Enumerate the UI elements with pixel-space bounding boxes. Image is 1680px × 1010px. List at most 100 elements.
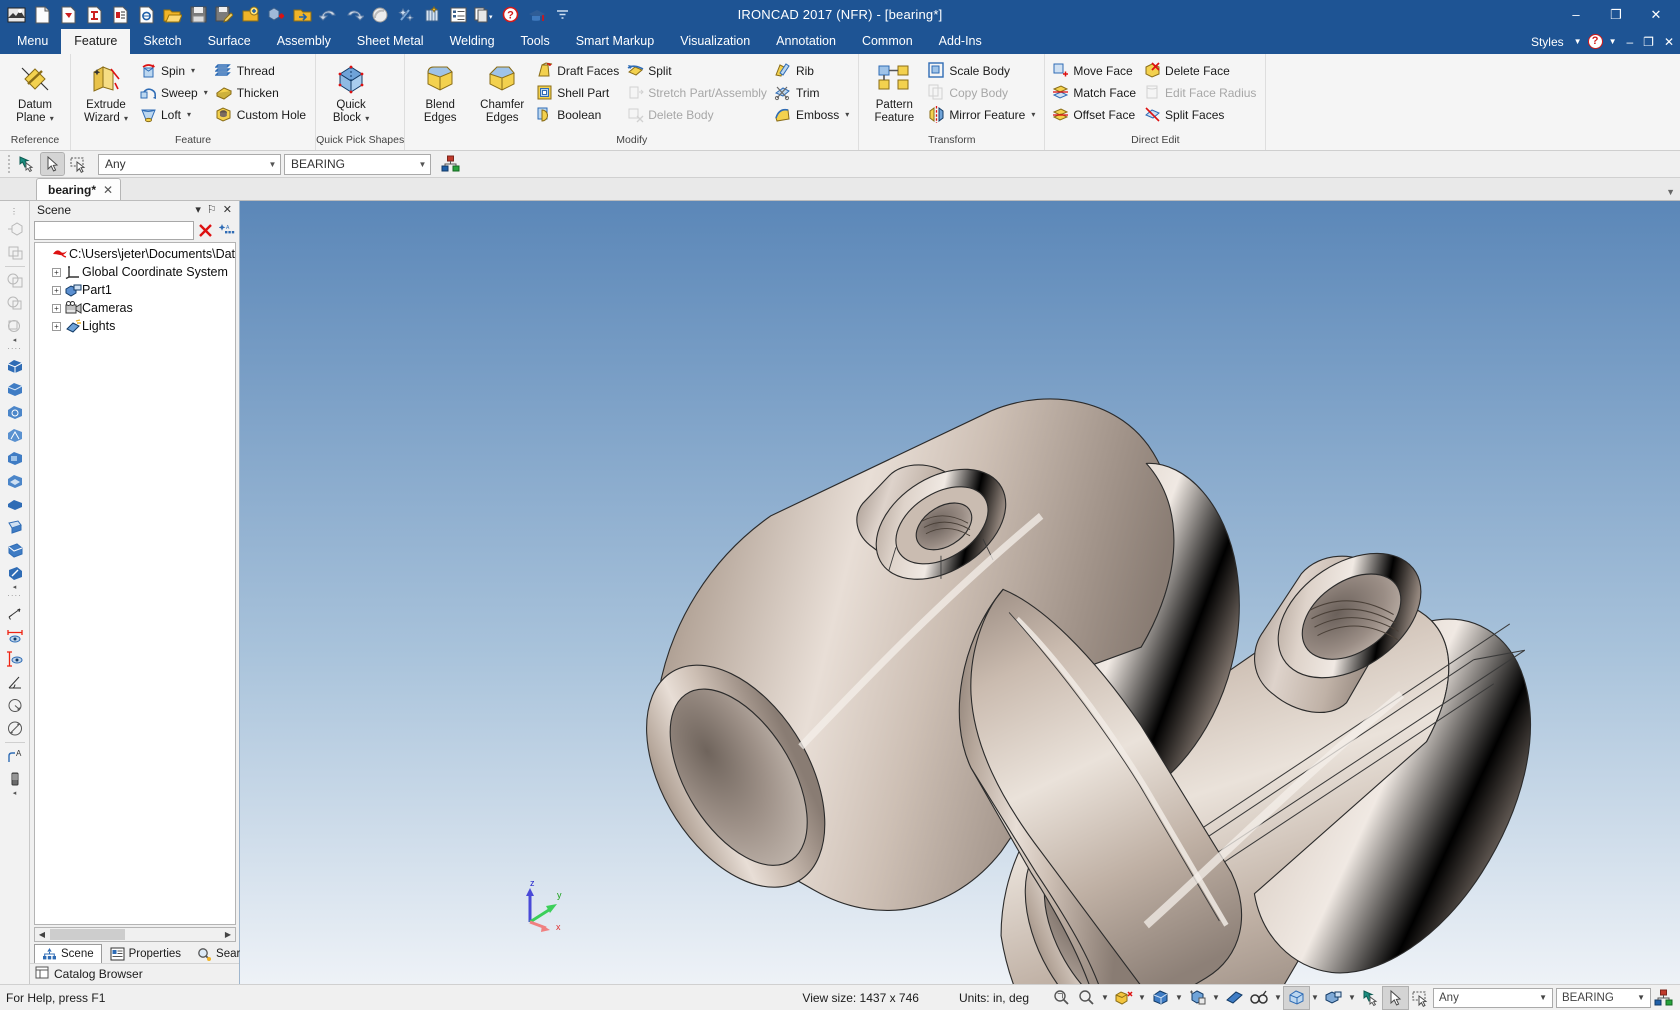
ironcad-logo-icon[interactable]	[4, 3, 28, 27]
display-cube-icon[interactable]	[1283, 985, 1310, 1010]
chevron-down-icon[interactable]: ▾	[845, 110, 849, 119]
new-file-icon[interactable]	[30, 3, 54, 27]
new-sheet-icon[interactable]	[108, 3, 132, 27]
list-icon[interactable]	[446, 3, 470, 27]
extrude-thin-icon[interactable]	[3, 218, 27, 241]
new-scene-icon[interactable]	[134, 3, 158, 27]
scene-tree[interactable]: C:\Users\jeter\Documents\Data\20 + Global …	[34, 242, 236, 925]
ribbon-tab-common[interactable]: Common	[849, 29, 926, 54]
chevron-down-icon[interactable]: ▾	[363, 114, 369, 123]
custom-hole-button[interactable]: Custom Hole	[213, 104, 311, 125]
emboss-button[interactable]: Emboss ▾	[772, 104, 854, 125]
expand-icon[interactable]: +	[52, 285, 61, 295]
split-button[interactable]: Split	[624, 60, 772, 81]
redo-icon[interactable]	[342, 3, 366, 27]
chevron-down-icon[interactable]: ▼	[1272, 993, 1284, 1002]
dimension-icon[interactable]	[3, 602, 27, 625]
union-cube-icon[interactable]	[3, 292, 27, 315]
pin-icon[interactable]: ⚐	[207, 204, 217, 216]
quick-block-button[interactable]: Quick Block ▾	[320, 58, 382, 130]
ribbon-tab-add-ins[interactable]: Add-Ins	[926, 29, 995, 54]
tree-node-part1[interactable]: + Part1	[35, 281, 235, 299]
surface-finish-icon[interactable]	[3, 768, 27, 791]
tree-node-cameras[interactable]: + Cameras	[35, 299, 235, 317]
status-scope-combo[interactable]: BEARING ▼	[1556, 987, 1651, 1008]
ribbon-minimize-button[interactable]: –	[1622, 35, 1637, 49]
stereo-glasses-icon[interactable]	[1247, 987, 1272, 1009]
browser-tab-properties[interactable]: Properties	[102, 944, 189, 963]
save-as-icon[interactable]	[212, 3, 236, 27]
shading-icon[interactable]	[1222, 987, 1247, 1009]
zoom-icon[interactable]	[1074, 987, 1099, 1009]
vertical-dimension-icon[interactable]	[3, 648, 27, 671]
tree-node-lights[interactable]: + Lights	[35, 317, 235, 335]
tree-node-global-coordinate-system[interactable]: + Global Coordinate System	[35, 263, 235, 281]
help-icon[interactable]: ?	[1587, 34, 1603, 49]
select-arrow-tool[interactable]	[15, 153, 38, 175]
maximize-button[interactable]: ❐	[1596, 0, 1636, 29]
loft-button[interactable]: Loft ▾	[137, 104, 213, 125]
cut-cube-icon[interactable]	[3, 269, 27, 292]
scroll-left-icon[interactable]: ◀	[35, 930, 49, 939]
print-icon[interactable]	[238, 3, 262, 27]
rail-grip-2[interactable]: ····	[7, 345, 22, 355]
chevron-down-icon[interactable]: ▼	[1136, 993, 1148, 1002]
chevron-down-icon[interactable]: ▼	[1173, 993, 1185, 1002]
rib-button[interactable]: Rib	[772, 60, 854, 81]
highlight-search-icon[interactable]: A	[217, 221, 236, 240]
viewport-3d[interactable]: z y x	[240, 201, 1680, 984]
browser-tab-scene[interactable]: Scene	[34, 944, 102, 963]
block-solid-icon[interactable]	[3, 355, 27, 378]
shell-thin-icon[interactable]	[3, 241, 27, 264]
chevron-down-icon[interactable]: ▼	[1346, 993, 1358, 1002]
box-select-icon[interactable]	[1408, 987, 1433, 1009]
mirror-feature-button[interactable]: Mirror Feature ▾	[925, 104, 1040, 125]
chevron-down-icon[interactable]: ▼	[1605, 37, 1621, 46]
rail-grip[interactable]: ⋮	[10, 208, 19, 218]
select-arrow-icon[interactable]	[1358, 987, 1383, 1009]
sphere-solid-icon[interactable]	[3, 401, 27, 424]
chevron-down-icon[interactable]: ▾	[122, 114, 128, 123]
expand-icon[interactable]: +	[52, 267, 61, 277]
split-faces-button[interactable]: Split Faces	[1141, 104, 1261, 125]
clear-search-icon[interactable]	[196, 221, 215, 240]
delete-face-button[interactable]: Delete Face	[1141, 60, 1261, 81]
diameter-dimension-icon[interactable]	[3, 717, 27, 740]
doc-tab-bearing[interactable]: bearing* ✕	[36, 178, 122, 200]
rail-collapse-icon-3[interactable]: ◂	[13, 790, 17, 799]
export-icon[interactable]	[290, 3, 314, 27]
selection-filter-combo[interactable]: Any ▼	[98, 153, 281, 175]
ribbon-tab-menu[interactable]: Menu	[4, 29, 61, 54]
radius-dimension-icon[interactable]	[3, 694, 27, 717]
rail-grip-3[interactable]: ····	[7, 592, 22, 602]
shell-part-button[interactable]: Shell Part	[533, 82, 624, 103]
bend-icon[interactable]	[3, 562, 27, 585]
catalog-browser-bar[interactable]: Catalog Browser	[30, 963, 239, 984]
ribbon-tab-tools[interactable]: Tools	[508, 29, 563, 54]
chevron-down-icon[interactable]: ▾	[195, 204, 201, 216]
chevron-down-icon[interactable]: ▾	[191, 66, 195, 75]
chevron-down-icon[interactable]: ▼	[1309, 993, 1321, 1002]
minimize-button[interactable]: –	[1556, 0, 1596, 29]
help-icon[interactable]: ?	[498, 3, 522, 27]
cylinder-solid-icon[interactable]	[3, 378, 27, 401]
ribbon-tab-welding[interactable]: Welding	[437, 29, 508, 54]
chevron-down-icon[interactable]: ▼	[1210, 993, 1222, 1002]
close-icon[interactable]: ✕	[223, 204, 232, 216]
ribbon-tab-assembly[interactable]: Assembly	[264, 29, 344, 54]
browser-horizontal-scrollbar[interactable]: ◀ ▶	[34, 927, 236, 942]
chevron-down-icon[interactable]: ▾	[48, 114, 54, 123]
status-filter-combo[interactable]: Any ▼	[1433, 987, 1553, 1008]
ribbon-tab-smart-markup[interactable]: Smart Markup	[563, 29, 668, 54]
tree-node-scene-root[interactable]: C:\Users\jeter\Documents\Data\20	[35, 245, 235, 263]
ribbon-tab-sketch[interactable]: Sketch	[130, 29, 194, 54]
ribbon-tab-sheet-metal[interactable]: Sheet Metal	[344, 29, 437, 54]
view-cube-blue-icon[interactable]	[1148, 987, 1173, 1009]
structure-tree-icon[interactable]	[1651, 987, 1676, 1009]
styles-button[interactable]: Styles	[1527, 35, 1568, 49]
trim-button[interactable]: Trim	[772, 82, 854, 103]
viewport-canvas[interactable]	[240, 201, 1680, 984]
structure-tree-icon[interactable]	[439, 153, 462, 175]
close-icon[interactable]: ✕	[103, 183, 113, 197]
scrollbar-thumb[interactable]	[50, 929, 125, 940]
